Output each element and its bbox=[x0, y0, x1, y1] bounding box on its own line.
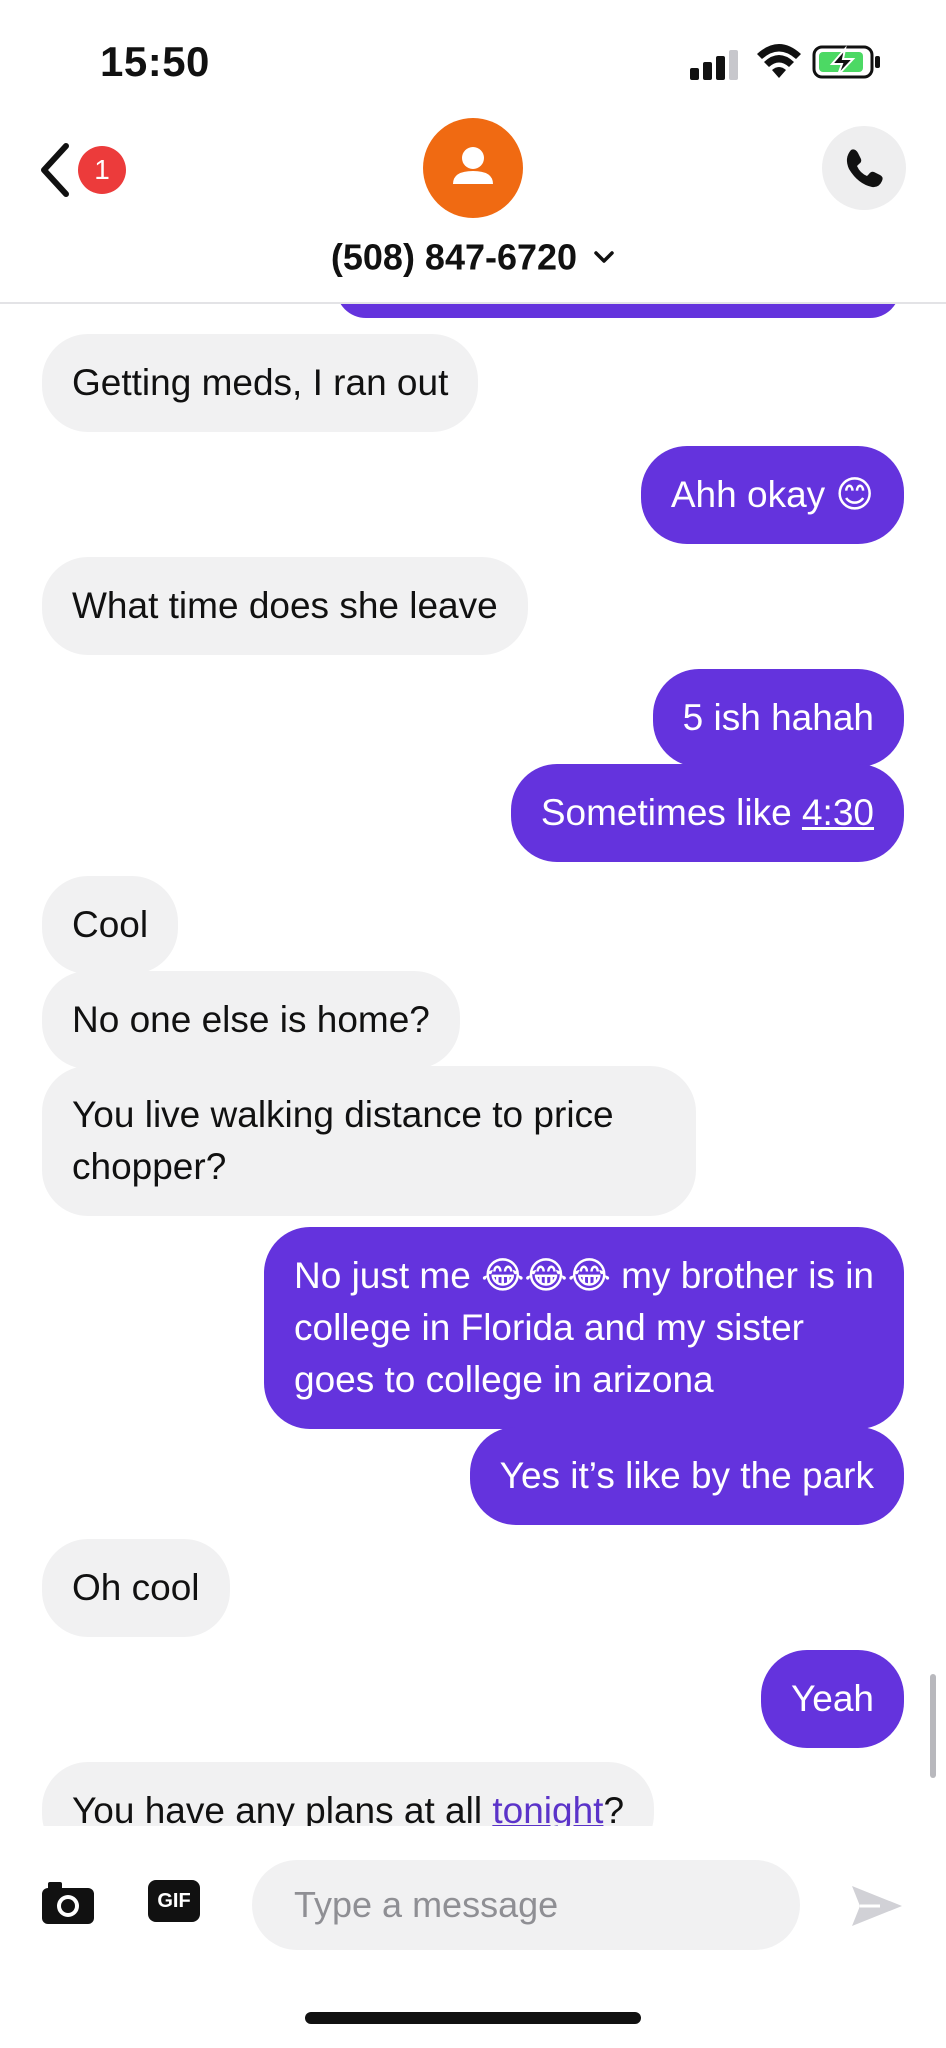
message-text: Yes it’s like by the park bbox=[499, 1455, 874, 1496]
wifi-icon bbox=[757, 44, 801, 78]
unread-badge: 1 bbox=[78, 146, 126, 194]
message-text: No just me 😂😂😂 my brother is in college … bbox=[294, 1255, 875, 1400]
message-bubble-incoming[interactable]: Cool bbox=[42, 876, 179, 974]
message-bubble-outgoing[interactable]: Yes it’s like by the park bbox=[469, 1427, 904, 1525]
message-bubble-incoming[interactable]: You have any plans at all tonight? bbox=[42, 1762, 655, 1826]
message-bubble-outgoing[interactable]: Yeah bbox=[760, 1650, 904, 1748]
send-button[interactable] bbox=[850, 1882, 904, 1930]
message-text: You have any plans at all bbox=[72, 1790, 493, 1826]
contact-name-dropdown[interactable]: (508) 847-6720 bbox=[0, 234, 946, 278]
message-text: Oh cool bbox=[72, 1567, 200, 1608]
message-bubble-incoming[interactable]: What time does she leave bbox=[42, 557, 528, 655]
message-bubble-incoming[interactable]: You live walking distance to price chopp… bbox=[42, 1066, 696, 1216]
message-text: Ahh okay 😊 bbox=[670, 474, 874, 515]
message-bubble-outgoing[interactable]: Sometimes like 4:30 bbox=[510, 764, 904, 862]
scrollbar[interactable] bbox=[930, 1674, 936, 1778]
camera-icon bbox=[42, 1882, 94, 1924]
message-text: Getting meds, I ran out bbox=[72, 362, 449, 403]
message-bubble-incoming[interactable]: No one else is home? bbox=[42, 971, 460, 1069]
status-bar: 15:50 bbox=[0, 0, 946, 120]
message-bubble-incoming[interactable]: Oh cool bbox=[42, 1539, 230, 1637]
conversation-header: 1 (508) 847-6720 bbox=[0, 110, 946, 304]
chevron-down-icon bbox=[594, 251, 614, 264]
message-bubble-outgoing[interactable]: No just me 😂😂😂 my brother is in college … bbox=[264, 1227, 904, 1429]
message-input[interactable] bbox=[252, 1860, 800, 1950]
message-text: What time does she leave bbox=[72, 585, 498, 626]
message-bubble-incoming[interactable]: Getting meds, I ran out bbox=[42, 334, 479, 432]
message-text: Sometimes like bbox=[540, 792, 802, 833]
tonight-link[interactable]: tonight bbox=[492, 1790, 603, 1826]
phone-icon bbox=[846, 149, 883, 188]
message-text: Cool bbox=[72, 904, 149, 945]
avatar-person-icon bbox=[453, 147, 493, 184]
message-bubble-outgoing[interactable]: 5 ish hahah bbox=[652, 669, 904, 767]
home-indicator bbox=[305, 2012, 641, 2024]
message-text: Yeah bbox=[790, 1678, 874, 1719]
message-list[interactable]: Getting meds, I ran out Ahh okay 😊 What … bbox=[0, 304, 946, 1826]
gif-button[interactable]: GIF bbox=[148, 1880, 200, 1922]
signal-icon bbox=[690, 50, 738, 80]
message-bubble-outgoing[interactable]: Ahh okay 😊 bbox=[640, 446, 904, 544]
back-chevron-icon bbox=[41, 143, 69, 197]
message-text: You live walking distance to price chopp… bbox=[72, 1094, 614, 1187]
contact-name: (508) 847-6720 bbox=[330, 236, 578, 278]
message-text: No one else is home? bbox=[72, 999, 430, 1040]
battery-charging-icon bbox=[812, 45, 880, 79]
time-link[interactable]: 4:30 bbox=[802, 792, 874, 833]
status-time: 15:50 bbox=[100, 38, 210, 85]
message-text: ? bbox=[603, 1790, 625, 1826]
message-composer: GIF bbox=[0, 1826, 946, 1976]
call-button[interactable] bbox=[822, 126, 906, 210]
message-text: 5 ish hahah bbox=[682, 697, 874, 738]
message-bubble-clipped bbox=[336, 304, 900, 318]
camera-button[interactable] bbox=[40, 1878, 96, 1926]
send-icon bbox=[852, 1886, 902, 1926]
contact-avatar[interactable] bbox=[423, 118, 523, 218]
